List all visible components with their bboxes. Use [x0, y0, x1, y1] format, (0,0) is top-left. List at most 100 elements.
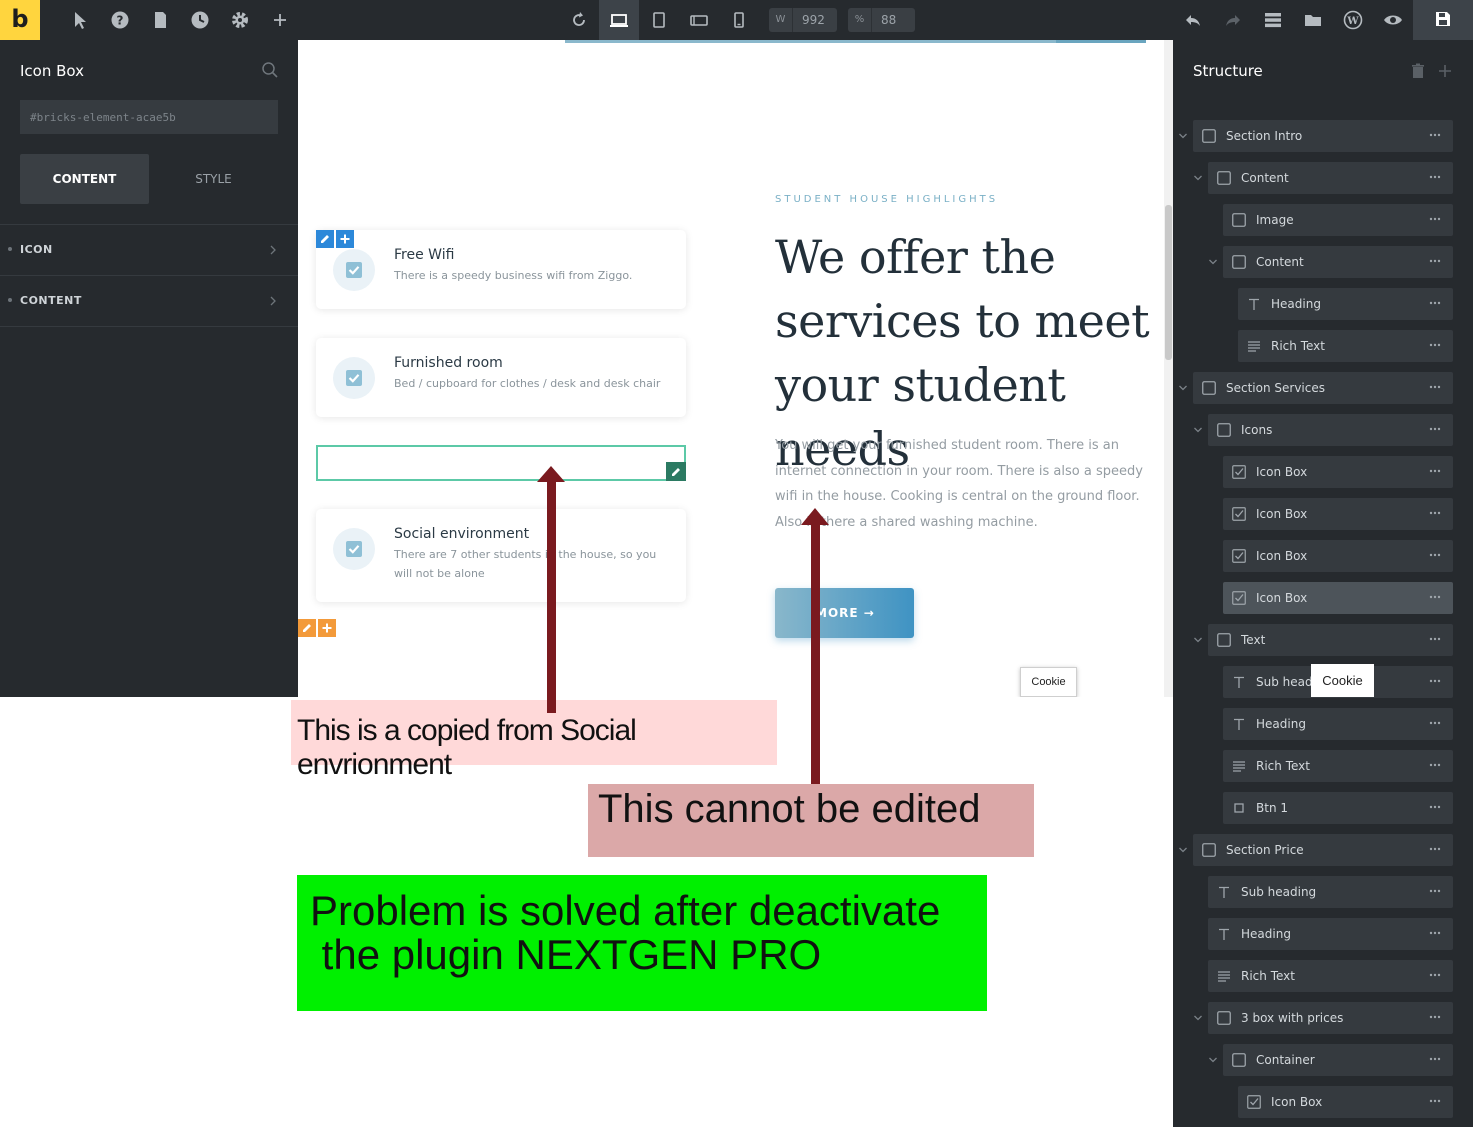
structure-item[interactable]: Content	[1223, 246, 1453, 278]
save-button[interactable]	[1413, 0, 1473, 40]
structure-item[interactable]: Heading	[1208, 918, 1453, 950]
structure-item[interactable]: Icon Box	[1223, 540, 1453, 572]
preview-eye-icon[interactable]	[1383, 10, 1403, 30]
more-options-icon[interactable]	[1429, 1015, 1441, 1019]
more-options-icon[interactable]	[1429, 385, 1441, 389]
structure-item[interactable]: Heading	[1238, 288, 1453, 320]
chevron-down-icon[interactable]	[1193, 636, 1203, 644]
structure-item[interactable]: Section Services	[1193, 372, 1453, 404]
more-options-icon[interactable]	[1429, 889, 1441, 893]
more-options-icon[interactable]	[1429, 931, 1441, 935]
cursor-icon[interactable]	[70, 10, 90, 30]
chevron-down-icon[interactable]	[1208, 1056, 1218, 1064]
tablet-landscape-icon[interactable]	[689, 10, 709, 30]
structure-item[interactable]: Sub heading	[1208, 876, 1453, 908]
chevron-down-icon[interactable]	[1208, 258, 1218, 266]
structure-item[interactable]: Container	[1223, 1044, 1453, 1076]
tab-content[interactable]: CONTENT	[20, 154, 149, 204]
more-options-icon[interactable]	[1429, 469, 1441, 473]
structure-item[interactable]: Icon Box	[1223, 498, 1453, 530]
tab-style[interactable]: STYLE	[149, 154, 278, 204]
more-button[interactable]: MORE →	[775, 588, 914, 638]
structure-item[interactable]: Rich Text	[1238, 330, 1453, 362]
structure-item[interactable]: Text	[1208, 624, 1453, 656]
more-options-icon[interactable]	[1429, 1057, 1441, 1061]
builder-canvas[interactable]: Free Wifi There is a speedy business wif…	[298, 40, 1164, 697]
canvas-scrollbar[interactable]	[1164, 40, 1173, 697]
accordion-icon[interactable]: ICON	[0, 224, 298, 275]
structure-item[interactable]: Image	[1223, 204, 1453, 236]
more-options-icon[interactable]	[1429, 805, 1441, 809]
scale-field[interactable]: % 88	[848, 8, 915, 32]
accordion-content[interactable]: CONTENT	[0, 275, 298, 326]
add-icon[interactable]	[270, 10, 290, 30]
canvas-scrollbar-thumb[interactable]	[1165, 205, 1172, 360]
chevron-down-icon[interactable]	[1193, 174, 1203, 182]
undo-icon[interactable]	[1183, 10, 1203, 30]
device-desktop-button[interactable]	[599, 0, 639, 40]
layers-icon[interactable]	[1263, 10, 1283, 30]
history-icon[interactable]	[190, 10, 210, 30]
structure-item[interactable]: Btn 1	[1223, 792, 1453, 824]
structure-item[interactable]: Section Price	[1193, 834, 1453, 866]
folder-icon[interactable]	[1303, 10, 1323, 30]
more-options-icon[interactable]	[1429, 553, 1441, 557]
search-icon[interactable]	[261, 61, 279, 79]
more-options-icon[interactable]	[1429, 637, 1441, 641]
chevron-down-icon[interactable]	[1178, 846, 1188, 854]
settings-icon[interactable]	[230, 10, 250, 30]
structure-item[interactable]: Heading	[1223, 708, 1453, 740]
rich-text[interactable]: You will get your furnished student room…	[775, 433, 1155, 535]
chevron-down-icon[interactable]	[1193, 426, 1203, 434]
chevron-down-icon[interactable]	[1178, 132, 1188, 140]
more-options-icon[interactable]	[1429, 763, 1441, 767]
tablet-portrait-icon[interactable]	[649, 10, 669, 30]
more-options-icon[interactable]	[1429, 847, 1441, 851]
more-options-icon[interactable]	[1429, 679, 1441, 683]
more-options-icon[interactable]	[1429, 259, 1441, 263]
more-options-icon[interactable]	[1429, 133, 1441, 137]
edit-pencil-icon[interactable]	[298, 619, 316, 637]
more-options-icon[interactable]	[1429, 973, 1441, 977]
add-element-icon[interactable]	[318, 619, 336, 637]
more-options-icon[interactable]	[1429, 511, 1441, 515]
icon-box-furnished-room[interactable]: Furnished room Bed / cupboard for clothe…	[316, 338, 686, 417]
bricks-logo[interactable]: b	[0, 0, 40, 40]
more-options-icon[interactable]	[1429, 217, 1441, 221]
more-options-icon[interactable]	[1429, 343, 1441, 347]
selected-empty-icon-box[interactable]	[316, 445, 686, 481]
structure-item[interactable]: Section Intro	[1193, 120, 1453, 152]
reload-icon[interactable]	[569, 10, 589, 30]
edit-pencil-icon[interactable]	[666, 462, 686, 481]
more-options-icon[interactable]	[1429, 721, 1441, 725]
structure-item[interactable]: 3 box with prices	[1208, 1002, 1453, 1034]
css-id-input[interactable]	[20, 100, 278, 134]
structure-item[interactable]: Rich Text	[1208, 960, 1453, 992]
icon-box-free-wifi[interactable]: Free Wifi There is a speedy business wif…	[316, 230, 686, 309]
icon-box-social-environment[interactable]: Social environment There are 7 other stu…	[316, 509, 686, 602]
wordpress-icon[interactable]: W	[1343, 10, 1363, 30]
add-element-icon[interactable]	[336, 230, 354, 248]
trash-icon[interactable]	[1411, 63, 1425, 79]
add-icon[interactable]	[1437, 63, 1453, 79]
width-field[interactable]: W 992	[769, 8, 837, 32]
structure-item[interactable]: Icon Box	[1223, 582, 1453, 614]
structure-item[interactable]: Icon Box	[1238, 1086, 1453, 1118]
chevron-down-icon[interactable]	[1193, 1014, 1203, 1022]
structure-item[interactable]: Rich Text	[1223, 750, 1453, 782]
panel-title: Icon Box	[20, 62, 85, 80]
structure-item[interactable]: Icons	[1208, 414, 1453, 446]
structure-item[interactable]: Icon Box	[1223, 456, 1453, 488]
more-options-icon[interactable]	[1429, 175, 1441, 179]
page-icon[interactable]	[150, 10, 170, 30]
chevron-down-icon[interactable]	[1178, 384, 1188, 392]
more-options-icon[interactable]	[1429, 301, 1441, 305]
edit-pencil-icon[interactable]	[316, 230, 334, 248]
redo-icon[interactable]	[1223, 10, 1243, 30]
structure-item[interactable]: Content	[1208, 162, 1453, 194]
help-icon[interactable]: ?	[110, 10, 130, 30]
more-options-icon[interactable]	[1429, 1099, 1441, 1103]
mobile-icon[interactable]	[729, 10, 749, 30]
more-options-icon[interactable]	[1429, 595, 1441, 599]
more-options-icon[interactable]	[1429, 427, 1441, 431]
